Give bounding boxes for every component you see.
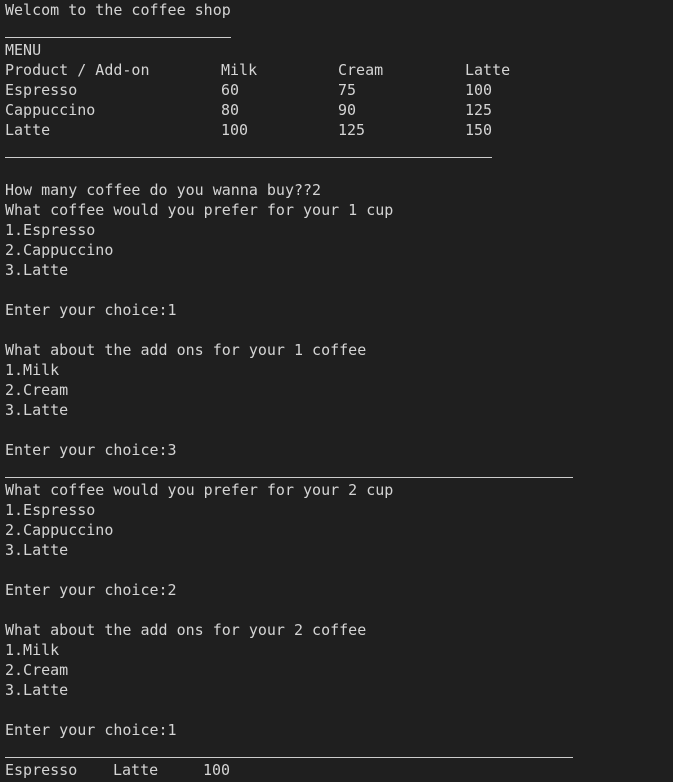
- summary-product: Espresso: [5, 761, 78, 779]
- menu-price-latte: 150: [465, 121, 493, 139]
- cup1-option: 1.Espresso: [5, 221, 96, 239]
- menu-header-cream: Cream: [338, 61, 384, 79]
- cup2-option: 3.Latte: [5, 541, 69, 559]
- menu-title: MENU: [5, 41, 42, 59]
- menu-header-row: Product / Add-on Milk Cream Latte: [5, 60, 605, 80]
- menu-header-product: Product / Add-on: [5, 61, 150, 79]
- menu-price-milk: 80: [221, 101, 240, 119]
- addon1-option: 3.Latte: [5, 401, 69, 419]
- menu-price-cream: 75: [338, 81, 357, 99]
- terminal-output: Welcom to the coffee shop MENU Product /…: [0, 0, 673, 782]
- cup2-option: 1.Espresso: [5, 501, 96, 519]
- addon1-option: 1.Milk: [5, 361, 60, 379]
- cup2-option: 2.Cappuccino: [5, 521, 114, 539]
- summary-addon: Latte: [113, 761, 159, 779]
- cup2-choice: Enter your choice:2: [5, 581, 177, 599]
- menu-row: Latte 100 125 150: [5, 120, 605, 140]
- menu-header-milk: Milk: [221, 61, 258, 79]
- divider: [5, 37, 231, 38]
- addon2-option: 1.Milk: [5, 641, 60, 659]
- addon1-option: 2.Cream: [5, 381, 69, 399]
- cup1-choice: Enter your choice:1: [5, 301, 177, 319]
- quantity-prompt: How many coffee do you wanna buy??2: [5, 181, 322, 199]
- menu-row: Espresso 60 75 100: [5, 80, 605, 100]
- cup1-option: 3.Latte: [5, 261, 69, 279]
- menu-price-milk: 100: [221, 121, 249, 139]
- divider: [5, 157, 492, 158]
- addon2-prompt: What about the add ons for your 2 coffee: [5, 621, 367, 639]
- cup2-prompt: What coffee would you prefer for your 2 …: [5, 481, 394, 499]
- divider: [5, 477, 573, 478]
- menu-product: Latte: [5, 121, 51, 139]
- addon2-option: 3.Latte: [5, 681, 69, 699]
- cup1-option: 2.Cappuccino: [5, 241, 114, 259]
- menu-product: Cappuccino: [5, 101, 96, 119]
- summary-row: Espresso Latte 100: [5, 760, 405, 780]
- menu-header-latte: Latte: [465, 61, 511, 79]
- menu-price-latte: 100: [465, 81, 493, 99]
- addon2-choice: Enter your choice:1: [5, 721, 177, 739]
- addon1-choice: Enter your choice:3: [5, 441, 177, 459]
- menu-product: Espresso: [5, 81, 78, 99]
- cup1-prompt: What coffee would you prefer for your 1 …: [5, 201, 394, 219]
- menu-price-cream: 125: [338, 121, 366, 139]
- addon2-option: 2.Cream: [5, 661, 69, 679]
- menu-price-milk: 60: [221, 81, 240, 99]
- menu-row: Cappuccino 80 90 125: [5, 100, 605, 120]
- welcome-text: Welcom to the coffee shop: [5, 1, 231, 19]
- menu-price-latte: 125: [465, 101, 493, 119]
- divider: [5, 757, 573, 758]
- summary-price: 100: [203, 761, 231, 779]
- menu-price-cream: 90: [338, 101, 357, 119]
- addon1-prompt: What about the add ons for your 1 coffee: [5, 341, 367, 359]
